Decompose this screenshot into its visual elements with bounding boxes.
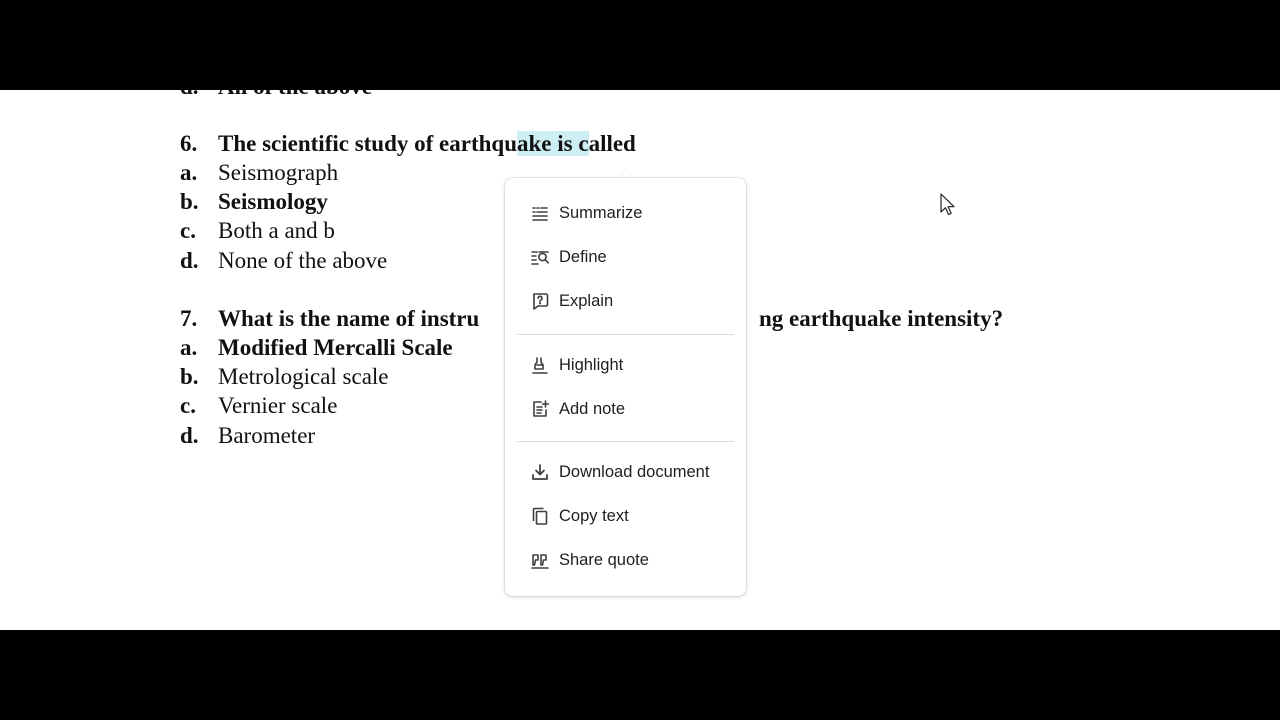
menu-item-define[interactable]: Define	[517, 239, 734, 275]
menu-item-summarize[interactable]: Summarize	[517, 195, 734, 231]
highlight-icon	[529, 354, 551, 376]
menu-item-add-note[interactable]: Add note	[517, 391, 734, 427]
menu-item-label: Highlight	[559, 355, 624, 374]
option-text: Barometer	[218, 423, 316, 448]
add-note-icon	[529, 398, 551, 420]
option-marker: d.	[180, 248, 199, 273]
option-marker: d.	[180, 423, 199, 448]
copy-icon	[529, 505, 551, 527]
quote-icon	[529, 549, 551, 571]
menu-item-label: Copy text	[559, 506, 629, 525]
option-marker: c.	[180, 218, 196, 243]
download-icon	[529, 461, 551, 483]
question-text-after: alled	[588, 131, 636, 156]
menu-item-label: Add note	[559, 399, 626, 418]
question-text-before: The scientific study of earthqu	[218, 131, 517, 156]
define-icon	[529, 246, 551, 268]
option-marker: a.	[180, 335, 198, 360]
option-marker: b.	[180, 189, 199, 214]
option-text: Vernier scale	[218, 393, 338, 418]
option-marker: b.	[180, 364, 199, 389]
question-number: 6.	[180, 131, 198, 156]
explain-icon	[529, 290, 551, 312]
option-marker: c.	[180, 393, 196, 418]
option-text: None of the above	[218, 248, 388, 273]
letterbox-top	[0, 0, 1280, 90]
option-text: Modified Mercalli Scale	[218, 335, 453, 360]
question-text-right: ng earthquake intensity?	[759, 306, 1004, 331]
menu-item-label: Define	[559, 247, 607, 266]
menu-item-label: Share quote	[559, 550, 649, 569]
option-text: Seismology	[218, 189, 328, 214]
selected-text[interactable]: ake is c	[517, 131, 589, 156]
menu-item-label: Summarize	[559, 203, 643, 222]
question-text-left: What is the name of instru	[218, 306, 480, 331]
option-text: Metrological scale	[218, 364, 389, 389]
menu-item-download-document[interactable]: Download document	[517, 454, 734, 490]
menu-item-label: Download document	[559, 462, 710, 481]
option-text: Seismograph	[218, 160, 339, 185]
summarize-icon	[529, 202, 551, 224]
option-marker: a.	[180, 160, 198, 185]
question-text[interactable]: The scientific study of earthquake is ca…	[218, 129, 636, 159]
menu-item-explain[interactable]: Explain	[517, 283, 734, 319]
menu-divider	[517, 441, 734, 442]
option-text: Both a and b	[218, 218, 335, 243]
option-text: All of the above	[218, 90, 372, 102]
selection-context-menu: Summarize Define Explain Highlight Add n…	[505, 178, 746, 596]
menu-item-highlight[interactable]: Highlight	[517, 347, 734, 383]
menu-item-copy-text[interactable]: Copy text	[517, 498, 734, 534]
menu-item-label: Explain	[559, 291, 614, 310]
mouse-cursor-icon	[940, 193, 956, 217]
question-number: 7.	[180, 306, 198, 331]
menu-item-share-quote[interactable]: Share quote	[517, 542, 734, 578]
letterbox-bottom	[0, 630, 1280, 720]
option-marker: d.	[180, 90, 218, 102]
menu-divider	[517, 334, 734, 335]
